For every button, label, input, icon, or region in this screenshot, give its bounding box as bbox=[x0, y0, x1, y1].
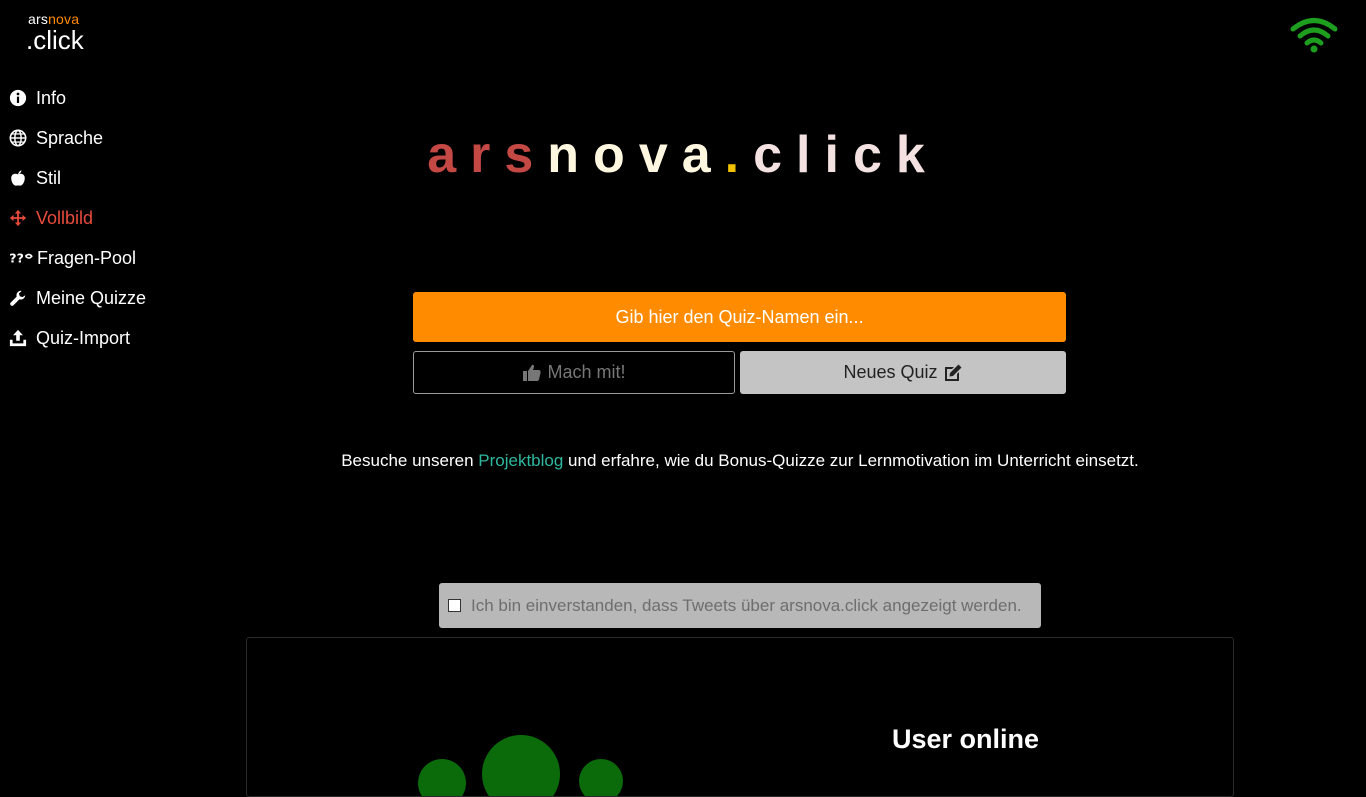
new-quiz-button[interactable]: Neues Quiz bbox=[740, 351, 1066, 394]
brand-dot: . bbox=[724, 126, 754, 184]
consent-label: Ich bin einverstanden, dass Tweets über … bbox=[471, 595, 1022, 615]
brand-ars: ars bbox=[427, 126, 548, 184]
wrench-icon bbox=[8, 288, 28, 308]
tweet-consent[interactable]: Ich bin einverstanden, dass Tweets über … bbox=[439, 583, 1041, 628]
sidebar-item-fragen-pool[interactable]: ?? Fragen-Pool bbox=[8, 238, 208, 278]
brand-nova: nova bbox=[547, 126, 725, 184]
sidebar-item-label: Info bbox=[36, 87, 67, 108]
projektblog-link[interactable]: Projektblog bbox=[478, 451, 563, 470]
svg-text:??: ?? bbox=[9, 251, 24, 266]
users-online-panel: User online bbox=[246, 637, 1234, 797]
sidebar-item-vollbild[interactable]: Vollbild bbox=[8, 198, 208, 238]
sidebar-item-quiz-import[interactable]: Quiz-Import bbox=[8, 318, 208, 358]
sidebar-item-label: Quiz-Import bbox=[36, 327, 131, 348]
thumbs-up-icon bbox=[522, 363, 542, 383]
user-bubble bbox=[579, 759, 623, 796]
info-icon bbox=[8, 88, 28, 108]
consent-checkbox[interactable] bbox=[448, 599, 461, 612]
question-pool-icon: ?? bbox=[8, 248, 34, 268]
users-online-title: User online bbox=[892, 724, 1040, 754]
blog-suffix: und erfahre, wie du Bonus-Quizze zur Ler… bbox=[563, 451, 1139, 470]
edit-icon bbox=[943, 363, 963, 383]
user-bubble bbox=[482, 735, 560, 796]
app-logo[interactable]: arsnova .click bbox=[26, 12, 84, 55]
logo-click: .click bbox=[26, 25, 84, 55]
new-quiz-button-label: Neues Quiz bbox=[843, 362, 938, 382]
sidebar-item-info[interactable]: Info bbox=[8, 78, 208, 118]
blog-notice: Besuche unseren Projektblog und erfahre,… bbox=[0, 451, 1366, 471]
quiz-name-input[interactable] bbox=[413, 292, 1066, 342]
wifi-icon bbox=[1290, 16, 1338, 56]
users-bubble-chart bbox=[418, 735, 623, 796]
sidebar-item-label: Vollbild bbox=[36, 207, 94, 228]
user-bubble bbox=[418, 759, 466, 796]
sidebar-item-label: Meine Quizze bbox=[36, 287, 147, 308]
brand-title: arsnova.click bbox=[0, 120, 1366, 190]
upload-icon bbox=[8, 328, 28, 348]
sidebar-item-meine-quizze[interactable]: Meine Quizze bbox=[8, 278, 208, 318]
brand-click: click bbox=[753, 126, 939, 184]
join-button-label: Mach mit! bbox=[547, 362, 626, 382]
sidebar-item-label: Fragen-Pool bbox=[37, 247, 137, 268]
join-button[interactable]: Mach mit! bbox=[413, 351, 735, 394]
move-arrows-icon bbox=[8, 208, 28, 228]
blog-prefix: Besuche unseren bbox=[341, 451, 479, 470]
